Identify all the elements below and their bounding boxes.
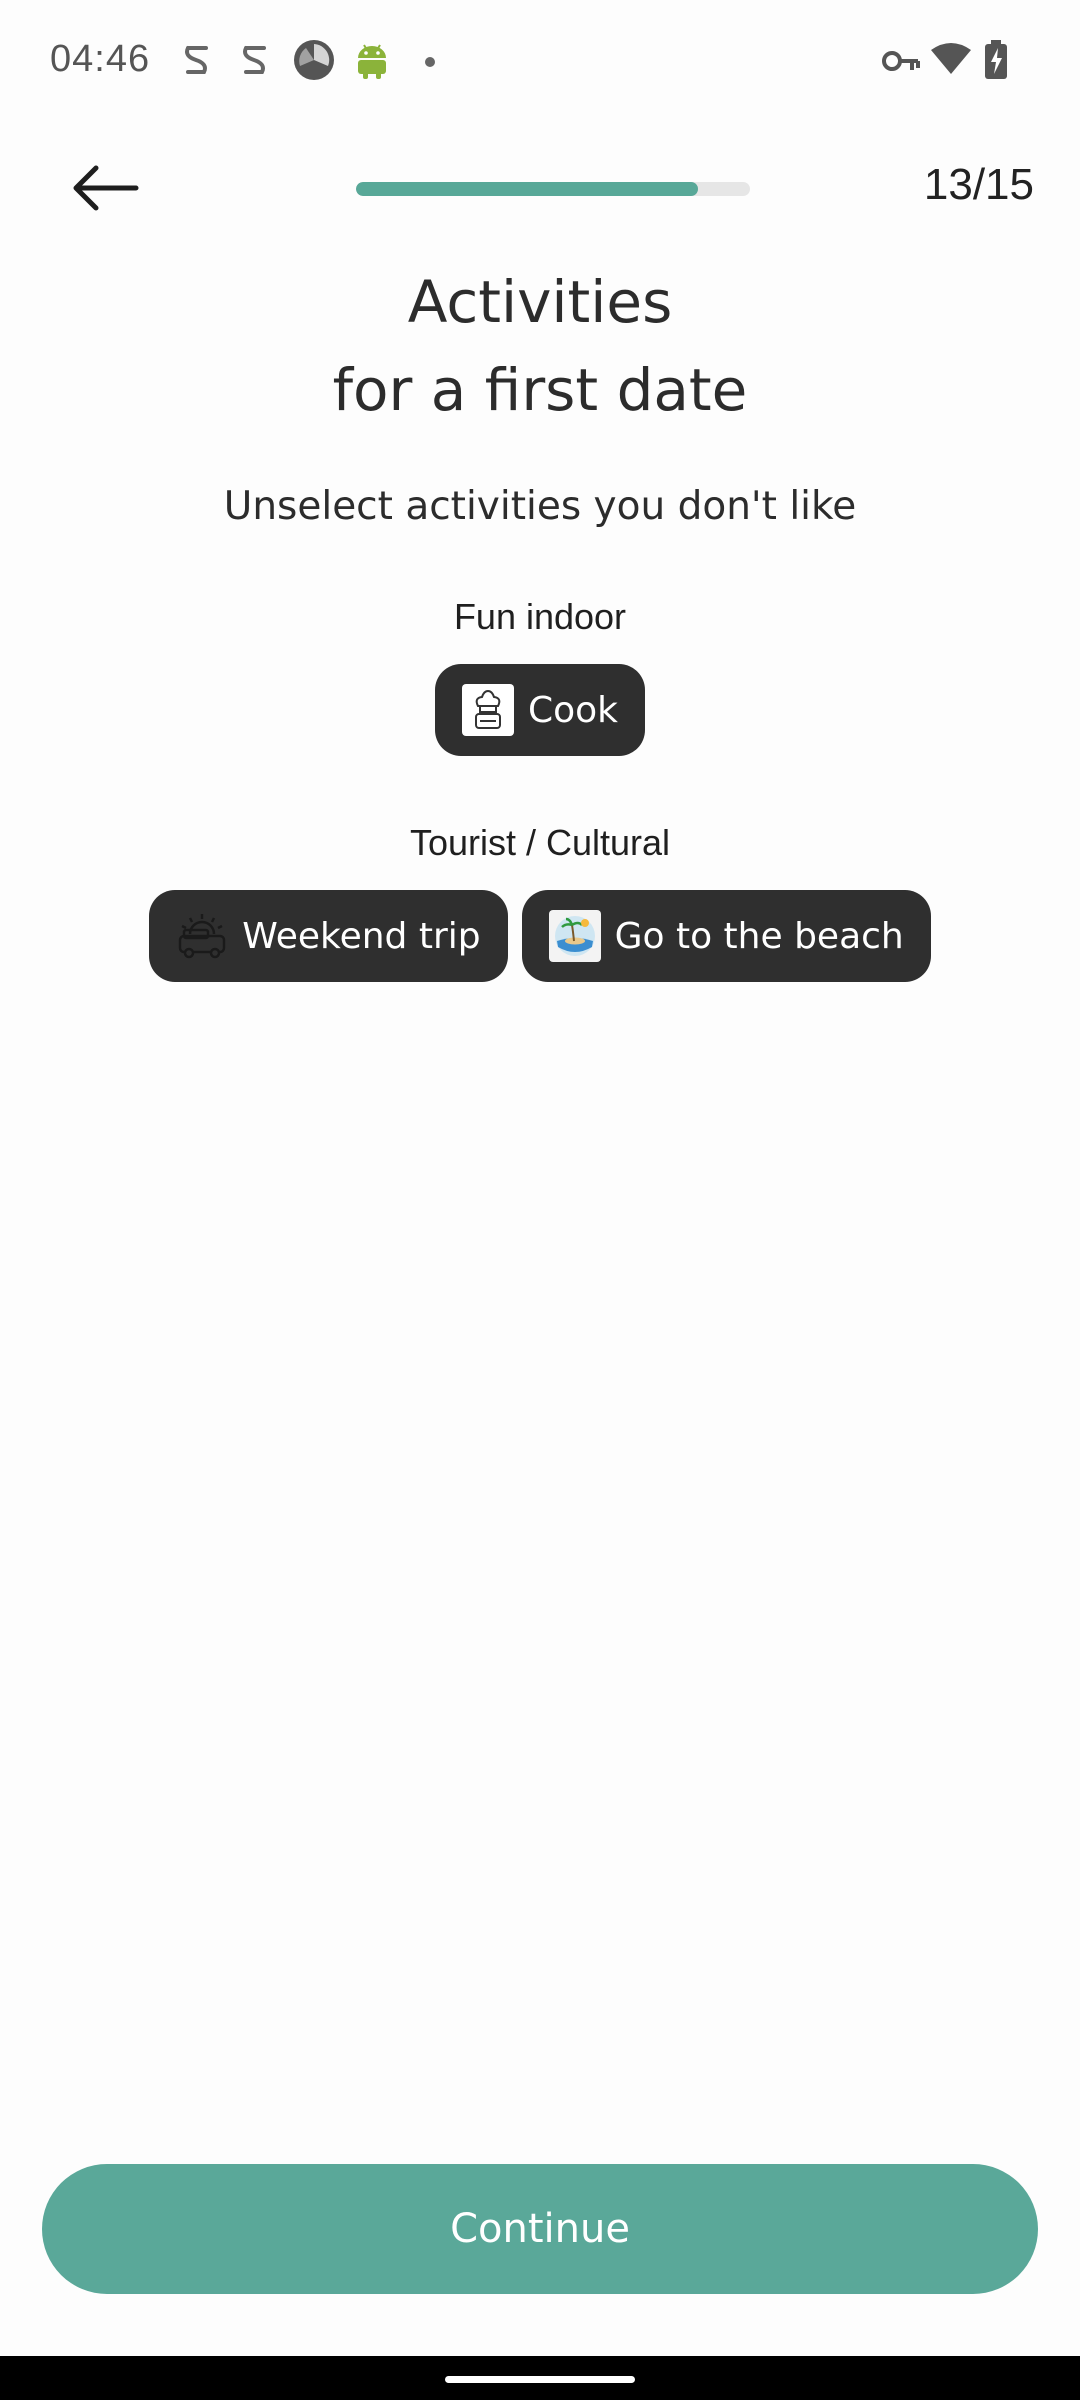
home-handle[interactable] — [445, 2376, 635, 2383]
progress-bar — [356, 182, 750, 196]
section-label-fun-indoor: Fun indoor — [453, 596, 627, 637]
car-sunrise-icon — [176, 910, 228, 962]
section-label-tourist-cultural: Tourist / Cultural — [409, 822, 671, 863]
page-subtitle: Unselect activities you don't like — [223, 484, 857, 529]
wifi-icon — [930, 42, 972, 76]
activity-chip-label: Cook — [527, 689, 619, 731]
vpn-key-icon — [882, 48, 920, 74]
continue-button[interactable]: Continue — [42, 2164, 1038, 2294]
page-title: Activities for a first date — [0, 258, 1080, 434]
dot-icon — [424, 56, 436, 68]
screen: 04:46 13/15 Activities for a first date … — [0, 0, 1080, 2400]
back-button[interactable] — [66, 156, 146, 220]
android-icon — [354, 40, 390, 80]
chip-row-fun-indoor: Cook — [0, 664, 1080, 756]
page-title-line1: Activities — [407, 268, 673, 336]
step-counter: 13/15 — [923, 160, 1034, 209]
arrow-left-icon — [73, 165, 139, 211]
page-title-line2: for a first date — [332, 356, 748, 424]
activity-chip-weekend-trip[interactable]: Weekend trip — [149, 890, 508, 982]
chip-row-tourist-cultural: Weekend trip Go to the beach — [0, 890, 1080, 982]
battery-charging-icon — [984, 40, 1008, 80]
shutter-app-icon — [292, 38, 336, 82]
navigation-bar — [0, 2356, 1080, 2400]
notification-s-icon — [240, 40, 270, 80]
notification-s-icon — [182, 40, 212, 80]
progress-fill — [356, 182, 698, 196]
status-bar: 04:46 — [0, 0, 1080, 126]
activity-chip-go-to-the-beach[interactable]: Go to the beach — [521, 890, 931, 982]
status-time: 04:46 — [50, 38, 151, 80]
chef-hat-icon — [461, 684, 514, 736]
activity-chip-label: Go to the beach — [614, 915, 904, 957]
beach-island-icon — [548, 910, 601, 962]
activity-chip-label: Weekend trip — [242, 915, 481, 957]
activity-chip-cook[interactable]: Cook — [434, 664, 646, 756]
